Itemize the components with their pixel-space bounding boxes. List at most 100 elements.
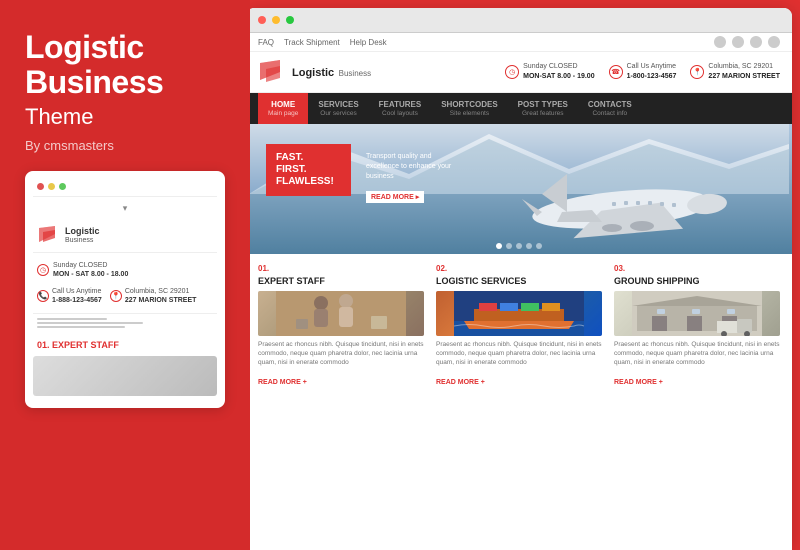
hero-dot-5[interactable] — [536, 243, 542, 249]
site-topbar: FAQ Track Shipment Help Desk — [246, 33, 792, 52]
hero-slider-dots — [496, 243, 542, 249]
browser-dot-red — [258, 16, 266, 24]
feature2-image — [436, 291, 602, 336]
hero-side-text: Transport quality and excellence to enha… — [366, 152, 466, 204]
mobile-logo-main: Logistic — [65, 227, 100, 237]
hero-dot-1[interactable] — [496, 243, 502, 249]
mobile-dropdown: ▾ — [33, 203, 217, 214]
header-phone-icon: ☎ — [609, 65, 623, 79]
feature-expert-staff: 01. EXPERT STAFF — [258, 264, 424, 389]
left-panel: Logistic Business Theme By cmsmasters ▾ … — [0, 0, 250, 550]
hero-line3: FLAWLESS! — [276, 176, 341, 188]
header-phone-text: Call Us Anytime 1-800-123-4567 — [627, 62, 677, 82]
nav-posttypes-sub: Great features — [522, 110, 564, 117]
main-title: Logistic Business — [25, 30, 225, 100]
features-row: 01. EXPERT STAFF — [246, 254, 792, 395]
mobile-nav — [33, 313, 217, 332]
feature3-text: Praesent ac rhoncus nibh. Quisque tincid… — [614, 340, 780, 367]
hero-dot-2[interactable] — [506, 243, 512, 249]
nav-line-3 — [37, 326, 125, 328]
browser-dot-yellow — [272, 16, 280, 24]
ground-shipping-photo — [614, 291, 780, 336]
mobile-chrome-bar — [33, 179, 217, 197]
site-logo-text: Logistic Business — [292, 63, 371, 81]
logistic-ship-photo — [436, 291, 602, 336]
social-linkedin-icon[interactable] — [714, 36, 726, 48]
mobile-contact-row: 📞 Call Us Anytime 1-888-123-4567 📍 Colum… — [33, 285, 217, 309]
feature1-num: 01. — [258, 264, 424, 273]
feature2-title: LOGISTIC SERVICES — [436, 276, 602, 286]
theme-label: Theme — [25, 104, 225, 130]
mobile-address-col: 📍 Columbia, SC 29201 227 MARION STREET — [110, 287, 197, 305]
mobile-logo-row: Logistic Business — [33, 220, 217, 253]
nav-services-sub: Our services — [320, 110, 356, 117]
mobile-phone-col: 📞 Call Us Anytime 1-888-123-4567 — [37, 287, 102, 305]
feature-logistic-services: 02. LOGISTIC SERVICES — [436, 264, 602, 389]
feature1-text: Praesent ac rhoncus nibh. Quisque tincid… — [258, 340, 424, 367]
feature3-num: 03. — [614, 264, 780, 273]
author-label: By cmsmasters — [25, 138, 225, 153]
mobile-hours-text: Sunday CLOSED MON - SAT 8.00 - 18.00 — [53, 261, 128, 279]
site-logo-main: Logistic — [292, 67, 334, 79]
nav-services-label: SERVICES — [318, 100, 358, 109]
nav-features-label: FEATURES — [379, 100, 422, 109]
nav-contacts-sub: Contact info — [592, 110, 627, 117]
feature2-read-more[interactable]: READ MORE + — [436, 379, 485, 386]
hero-dot-4[interactable] — [526, 243, 532, 249]
browser-mockup: FAQ Track Shipment Help Desk Logis — [246, 8, 792, 550]
site-logo-icon — [258, 58, 286, 86]
header-clock-icon: ◷ — [505, 65, 519, 79]
site-header: Logistic Business ◷ Sunday CLOSED MON-SA… — [246, 52, 792, 93]
social-facebook-icon[interactable] — [732, 36, 744, 48]
topbar-track[interactable]: Track Shipment — [284, 38, 340, 47]
nav-home-sub: Main page — [268, 110, 298, 117]
feature1-title: EXPERT STAFF — [258, 276, 424, 286]
nav-line-1 — [37, 318, 107, 320]
nav-features[interactable]: FEATURES Cool layouts — [369, 93, 432, 124]
site-nav: HOME Main page SERVICES Our services FEA… — [246, 93, 792, 124]
hero-read-more-button[interactable]: READ MORE ▸ — [366, 191, 424, 203]
nav-posttypes[interactable]: POST TYPES Great features — [508, 93, 578, 124]
nav-line-2 — [37, 322, 143, 324]
header-phone-item: ☎ Call Us Anytime 1-800-123-4567 — [609, 62, 677, 82]
clock-icon: ◷ — [37, 264, 49, 276]
nav-home[interactable]: HOME Main page — [258, 93, 308, 124]
browser-content: FAQ Track Shipment Help Desk Logis — [246, 33, 792, 550]
feature-ground-shipping: 03. GROUND SHIPPING — [614, 264, 780, 389]
nav-shortcodes-sub: Site elements — [450, 110, 489, 117]
nav-services[interactable]: SERVICES Our services — [308, 93, 368, 124]
header-location-icon: 📍 — [690, 65, 704, 79]
nav-posttypes-label: POST TYPES — [518, 100, 568, 109]
nav-contacts[interactable]: CONTACTS Contact info — [578, 93, 642, 124]
nav-features-sub: Cool layouts — [382, 110, 418, 117]
feature3-image — [614, 291, 780, 336]
feature3-read-more[interactable]: READ MORE + — [614, 379, 663, 386]
mobile-dot-green — [59, 183, 66, 190]
location-icon: 📍 — [110, 290, 122, 302]
mobile-logo-sub: Business — [65, 237, 100, 244]
topbar-social — [714, 36, 780, 48]
phone-icon: 📞 — [37, 290, 49, 302]
hero-dot-3[interactable] — [516, 243, 522, 249]
hero-airplane-svg — [512, 144, 732, 254]
site-logo[interactable]: Logistic Business — [258, 58, 371, 86]
mobile-logo-text: Logistic Business — [65, 227, 100, 244]
nav-home-label: HOME — [271, 100, 295, 109]
mobile-address-text: Columbia, SC 29201 227 MARION STREET — [125, 287, 197, 305]
nav-shortcodes-label: SHORTCODES — [441, 100, 497, 109]
topbar-helpdesk[interactable]: Help Desk — [350, 38, 387, 47]
feature1-read-more[interactable]: READ MORE + — [258, 379, 307, 386]
title-line2: Business — [25, 65, 225, 100]
nav-shortcodes[interactable]: SHORTCODES Site elements — [431, 93, 507, 124]
header-address-text: Columbia, SC 29201 227 MARION STREET — [708, 62, 780, 82]
social-googleplus-icon[interactable] — [768, 36, 780, 48]
site-header-info: ◷ Sunday CLOSED MON-SAT 8.00 - 19.00 ☎ C… — [505, 62, 780, 82]
social-twitter-icon[interactable] — [750, 36, 762, 48]
site-hero: FAST. FIRST. FLAWLESS! Transport quality… — [246, 124, 792, 254]
feature1-image — [258, 291, 424, 336]
mobile-hours-row: ◷ Sunday CLOSED MON - SAT 8.00 - 18.00 — [33, 259, 217, 281]
browser-dot-green — [286, 16, 294, 24]
mobile-section-title: 01. EXPERT STAFF — [33, 338, 217, 352]
feature2-num: 02. — [436, 264, 602, 273]
topbar-faq[interactable]: FAQ — [258, 38, 274, 47]
